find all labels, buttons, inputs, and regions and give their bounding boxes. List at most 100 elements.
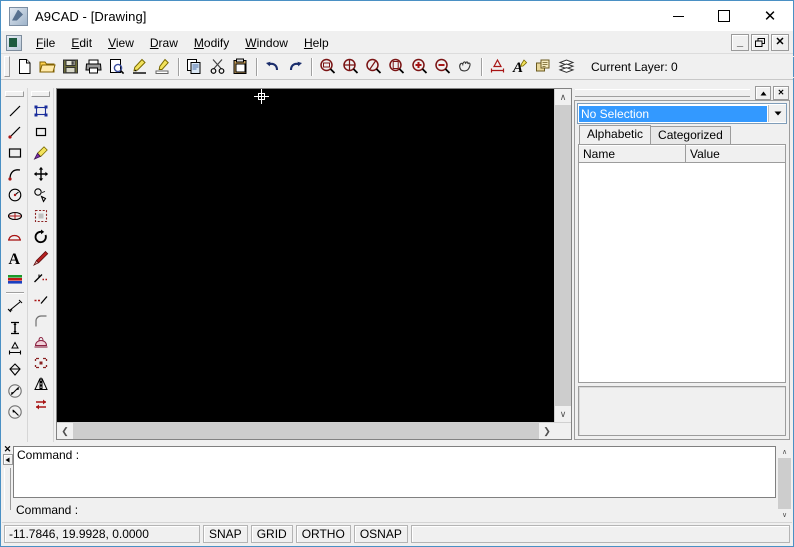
text-icon[interactable]: A: [4, 247, 26, 268]
status-toggle-ortho[interactable]: ORTHO: [295, 525, 351, 543]
panel-collapse-button[interactable]: [755, 86, 771, 100]
dimension-vertical-icon[interactable]: [4, 317, 26, 338]
maximize-button[interactable]: [701, 1, 747, 31]
cut-scissors-icon[interactable]: [206, 56, 229, 78]
tab-categorized[interactable]: Categorized: [650, 126, 731, 144]
menu-view[interactable]: View: [100, 34, 142, 52]
menu-draw[interactable]: Draw: [142, 34, 186, 52]
select-object-icon[interactable]: [30, 100, 52, 121]
menu-edit[interactable]: Edit: [63, 34, 100, 52]
scroll-up-button[interactable]: ∧: [555, 89, 571, 105]
command-scroll-down[interactable]: ∨: [778, 509, 791, 521]
dimension-aligned-icon[interactable]: [4, 296, 26, 317]
arc-icon[interactable]: [4, 163, 26, 184]
extend-icon[interactable]: [30, 289, 52, 310]
mdi-close-button[interactable]: ✕: [771, 34, 789, 51]
command-prompt[interactable]: Command :: [13, 498, 776, 521]
trim-icon[interactable]: [30, 268, 52, 289]
save-disk-icon[interactable]: [59, 56, 82, 78]
text-style-icon[interactable]: A: [509, 56, 532, 78]
current-layer-display[interactable]: Current Layer: 0: [584, 55, 794, 78]
tab-alphabetic[interactable]: Alphabetic: [579, 125, 652, 144]
canvas-vertical-scrollbar[interactable]: ∧ ∨: [554, 89, 571, 422]
rotate-icon[interactable]: [30, 226, 52, 247]
command-close-icon[interactable]: ✕: [4, 445, 12, 454]
gradient-hatch-icon[interactable]: [4, 268, 26, 289]
dimension-style-icon[interactable]: [486, 56, 509, 78]
status-toggle-osnap[interactable]: OSNAP: [353, 525, 408, 543]
highlighter-icon[interactable]: [151, 56, 174, 78]
modify-toolbar-grip[interactable]: [31, 91, 50, 97]
selection-combobox[interactable]: No Selection: [577, 103, 787, 124]
zoom-window-icon[interactable]: [316, 56, 339, 78]
open-folder-icon[interactable]: [36, 56, 59, 78]
ellipse-icon[interactable]: [4, 205, 26, 226]
properties-title-bar[interactable]: ✕: [573, 86, 791, 100]
redo-arrow-icon[interactable]: [284, 56, 307, 78]
deselect-object-icon[interactable]: [30, 121, 52, 142]
column-header-value[interactable]: Value: [686, 145, 785, 162]
scroll-left-button[interactable]: ❮: [57, 423, 73, 439]
status-toggle-snap[interactable]: SNAP: [203, 525, 248, 543]
command-scrollbar[interactable]: ∧ ∨: [778, 446, 791, 521]
drawing-canvas[interactable]: [57, 89, 554, 422]
menu-file[interactable]: File: [28, 34, 63, 52]
dimension-angular-icon[interactable]: [4, 380, 26, 401]
array-icon[interactable]: [30, 205, 52, 226]
new-file-icon[interactable]: [13, 56, 36, 78]
polyline-icon[interactable]: [4, 121, 26, 142]
zoom-in-icon[interactable]: [408, 56, 431, 78]
command-history[interactable]: Command :: [13, 446, 776, 498]
zoom-scale-icon[interactable]: [385, 56, 408, 78]
dimension-radius-icon[interactable]: [4, 401, 26, 422]
dimension-leader-icon[interactable]: [4, 359, 26, 380]
menu-modify[interactable]: Modify: [186, 34, 237, 52]
menu-window[interactable]: Window: [237, 34, 296, 52]
toolbar-grip[interactable]: [4, 56, 10, 77]
paste-clipboard-icon[interactable]: [229, 56, 252, 78]
copy-object-icon[interactable]: [30, 184, 52, 205]
mdi-minimize-button[interactable]: _: [731, 34, 749, 51]
menu-help[interactable]: Help: [296, 34, 337, 52]
panel-close-button[interactable]: ✕: [773, 86, 789, 100]
spline-icon[interactable]: [4, 226, 26, 247]
status-toggle-grid[interactable]: GRID: [250, 525, 293, 543]
copy-icon[interactable]: [183, 56, 206, 78]
draw-toolbar-grip[interactable]: [5, 91, 24, 97]
rectangle-icon[interactable]: [4, 142, 26, 163]
vertical-scroll-track[interactable]: [555, 105, 571, 406]
circle-icon[interactable]: [4, 184, 26, 205]
pencil-edit-icon[interactable]: [128, 56, 151, 78]
layers-icon[interactable]: [555, 56, 578, 78]
line-icon[interactable]: [4, 100, 26, 121]
move-icon[interactable]: [30, 163, 52, 184]
command-scroll-track[interactable]: [778, 458, 791, 509]
zoom-all-icon[interactable]: [339, 56, 362, 78]
horizontal-scroll-track[interactable]: [73, 423, 539, 439]
print-preview-icon[interactable]: [105, 56, 128, 78]
offset-icon[interactable]: [30, 394, 52, 415]
properties-grid-body[interactable]: [579, 163, 785, 382]
match-properties-icon[interactable]: [30, 142, 52, 163]
panel-drag-handle[interactable]: [575, 89, 750, 97]
chevron-down-icon[interactable]: [768, 105, 786, 122]
command-drag-handle[interactable]: [4, 468, 11, 510]
chamfer-icon[interactable]: [30, 331, 52, 352]
pan-hand-icon[interactable]: [454, 56, 477, 78]
scroll-right-button[interactable]: ❯: [539, 423, 555, 439]
mirror-icon[interactable]: [30, 373, 52, 394]
erase-icon[interactable]: [30, 247, 52, 268]
close-button[interactable]: ✕: [747, 1, 793, 31]
mdi-restore-button[interactable]: [751, 34, 769, 51]
scroll-down-button[interactable]: ∨: [555, 406, 571, 422]
undo-arrow-icon[interactable]: [261, 56, 284, 78]
column-header-name[interactable]: Name: [579, 145, 686, 162]
command-collapse-button[interactable]: [2, 454, 13, 465]
document-icon[interactable]: [6, 34, 22, 51]
command-window-grip[interactable]: ✕: [2, 444, 13, 522]
zoom-dynamic-icon[interactable]: [362, 56, 385, 78]
dimension-horizontal-icon[interactable]: [4, 338, 26, 359]
zoom-out-icon[interactable]: [431, 56, 454, 78]
command-scroll-up[interactable]: ∧: [778, 446, 791, 458]
minimize-button[interactable]: [655, 1, 701, 31]
